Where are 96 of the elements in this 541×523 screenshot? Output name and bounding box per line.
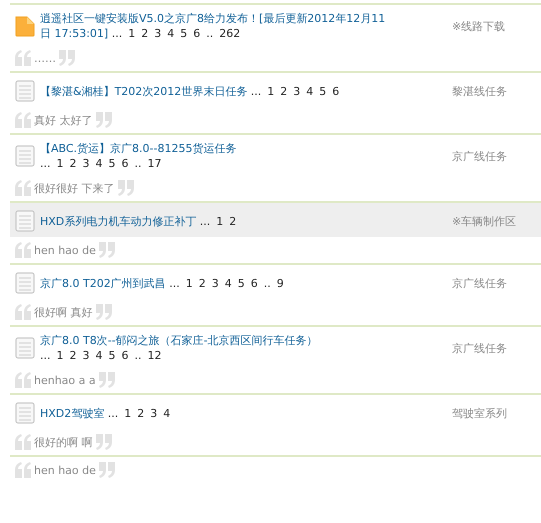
thread-title[interactable]: HXD2驾驶室 <box>40 406 104 420</box>
excerpt-text: …… <box>34 52 56 64</box>
page-link[interactable]: 5 <box>108 157 116 170</box>
page-link[interactable]: 6 <box>332 84 340 98</box>
ellipsis: .. <box>134 157 142 170</box>
close-quote-icon <box>94 304 112 320</box>
forum-link[interactable]: 京广线任务 <box>452 340 507 356</box>
thread-title[interactable]: 逍遥社区一键安装版V5.0之京广8给力发布！[最后更新2012年12月11 <box>40 11 430 26</box>
forum-link[interactable]: 驾驶室系列 <box>452 406 507 420</box>
ellipsis: ... <box>40 349 50 362</box>
open-quote-icon <box>14 434 32 450</box>
page-link[interactable]: 6 <box>193 27 200 40</box>
open-quote-icon <box>14 242 32 258</box>
document-icon <box>14 401 36 425</box>
page-link[interactable]: 4 <box>224 276 232 290</box>
ellipsis: ... <box>169 276 180 290</box>
document-icon <box>14 209 36 233</box>
open-quote-icon <box>14 372 32 388</box>
page-link[interactable]: 6 <box>250 276 258 290</box>
page-link[interactable]: 4 <box>306 84 314 98</box>
page-link[interactable]: 3 <box>82 349 90 362</box>
page-link[interactable]: 3 <box>150 406 158 420</box>
page-link[interactable]: 1 <box>56 349 64 362</box>
close-quote-icon <box>94 434 112 450</box>
page-link[interactable]: 4 <box>96 157 102 170</box>
excerpt-text: hen hao de <box>34 244 96 256</box>
page-link[interactable]: 12 <box>148 349 162 362</box>
ellipsis: ... <box>112 27 122 40</box>
document-icon <box>14 271 36 295</box>
page-link[interactable]: 4 <box>96 349 102 362</box>
page-link[interactable]: 1 <box>128 27 136 40</box>
ellipsis: ... <box>200 214 210 228</box>
page-link[interactable]: 262 <box>219 27 240 40</box>
close-quote-icon <box>58 50 76 66</box>
page-link[interactable]: 1 <box>56 157 64 170</box>
thread-title[interactable]: HXD系列电力机车动力修正补丁 <box>40 214 196 228</box>
page-link[interactable]: 4 <box>167 27 174 40</box>
document-icon <box>14 79 36 103</box>
close-quote-icon <box>98 242 116 258</box>
page-link[interactable]: 9 <box>276 276 284 290</box>
thread-title[interactable]: 【ABC.货运】京广8.0--81255货运任务 <box>40 141 430 156</box>
page-link[interactable]: 5 <box>319 84 326 98</box>
page-link[interactable]: 1 <box>267 84 274 98</box>
excerpt-text: 真好 太好了 <box>34 112 92 128</box>
thread-title[interactable]: 京广8.0 T202广州到武昌 <box>40 276 166 290</box>
ellipsis: ... <box>250 84 262 98</box>
excerpt-text: 很好很好 下来了 <box>34 180 114 196</box>
page-link[interactable]: 3 <box>154 27 162 40</box>
excerpt-text: 很好啊 真好 <box>34 304 92 320</box>
page-link[interactable]: 2 <box>229 214 236 228</box>
excerpt-text: henhao a a <box>34 374 96 386</box>
page-link[interactable]: 2 <box>141 27 148 40</box>
ellipsis: .. <box>264 276 271 290</box>
page-link[interactable]: 1 <box>186 276 193 290</box>
thread-title[interactable]: 日 17:53:01] <box>40 27 108 40</box>
forum-link[interactable]: ※线路下载 <box>452 18 506 34</box>
ellipsis: ... <box>108 406 118 420</box>
close-quote-icon <box>98 372 116 388</box>
open-quote-icon <box>14 180 32 196</box>
page-link[interactable]: 6 <box>122 349 128 362</box>
page-link[interactable]: 2 <box>280 84 288 98</box>
page-link[interactable]: 5 <box>238 276 245 290</box>
forum-link[interactable]: 京广线任务 <box>452 276 507 290</box>
page-link[interactable]: 1 <box>216 214 224 228</box>
open-quote-icon <box>14 112 32 128</box>
folder-icon <box>14 14 36 38</box>
close-quote-icon <box>98 462 116 478</box>
page-link[interactable]: 4 <box>163 406 170 420</box>
thread-title[interactable]: 京广8.0 T8次--郁闷之旅（石家庄-北京西区间行车任务） <box>40 333 430 348</box>
page-link[interactable]: 5 <box>108 349 116 362</box>
open-quote-icon <box>14 304 32 320</box>
page-link[interactable]: 2 <box>70 349 76 362</box>
page-link[interactable]: 6 <box>122 157 128 170</box>
page-link[interactable]: 3 <box>82 157 90 170</box>
document-icon <box>14 144 36 168</box>
page-link[interactable]: 2 <box>198 276 206 290</box>
page-link[interactable]: 17 <box>148 157 162 170</box>
thread-title[interactable]: 【黎湛&湘桂】T202次2012世界末日任务 <box>40 84 248 98</box>
page-link[interactable]: 2 <box>137 406 144 420</box>
close-quote-icon <box>116 180 134 196</box>
ellipsis: .. <box>134 349 142 362</box>
page-link[interactable]: 3 <box>212 276 219 290</box>
page-link[interactable]: 2 <box>70 157 76 170</box>
close-quote-icon <box>94 112 112 128</box>
ellipsis: .. <box>206 27 214 40</box>
forum-link[interactable]: 京广线任务 <box>452 148 507 164</box>
document-icon <box>14 336 36 360</box>
page-link[interactable]: 3 <box>293 84 300 98</box>
forum-link[interactable]: 黎湛线任务 <box>452 84 507 98</box>
open-quote-icon <box>14 50 32 66</box>
page-link[interactable]: 1 <box>124 406 132 420</box>
excerpt-text: hen hao de <box>34 464 96 476</box>
open-quote-icon <box>14 462 32 478</box>
page-link[interactable]: 5 <box>180 27 188 40</box>
excerpt-text: 很好的啊 啊 <box>34 434 92 450</box>
ellipsis: ... <box>40 157 50 170</box>
